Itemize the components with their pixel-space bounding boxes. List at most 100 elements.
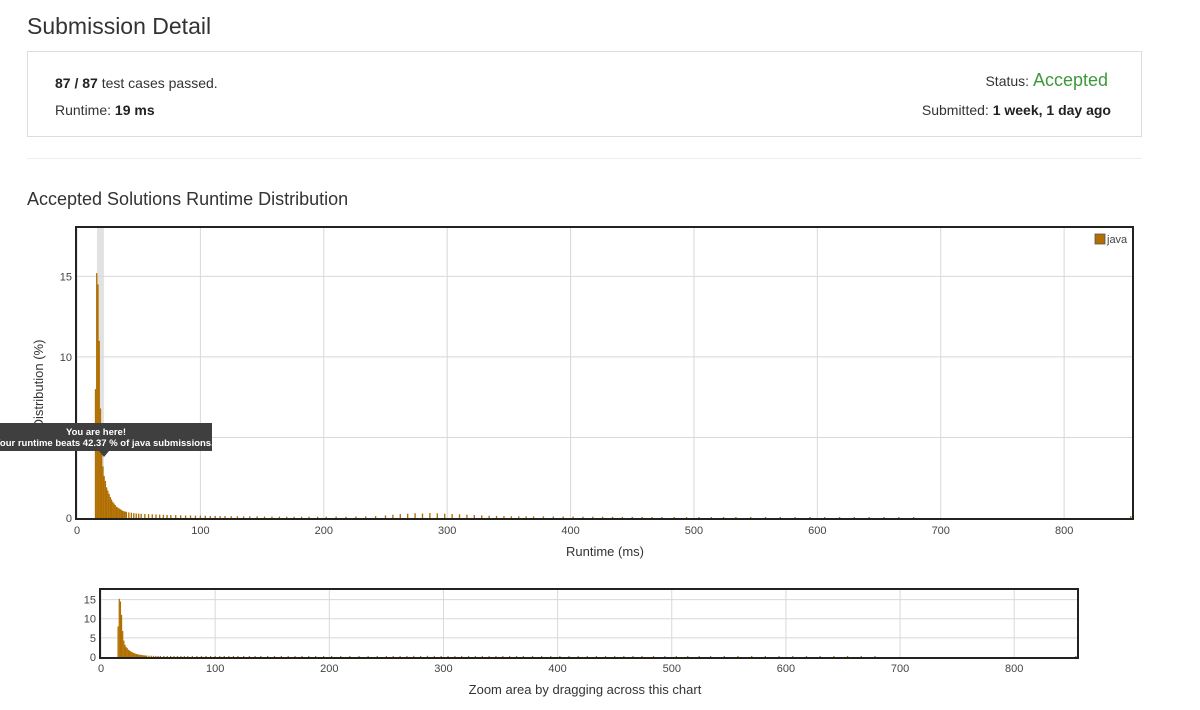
bar[interactable]	[1130, 516, 1132, 518]
bar[interactable]	[335, 516, 337, 518]
bar[interactable]	[121, 510, 124, 518]
bar[interactable]	[698, 517, 700, 518]
bar[interactable]	[158, 514, 161, 518]
bar[interactable]	[219, 516, 221, 518]
bar[interactable]	[242, 516, 245, 518]
bar[interactable]	[794, 517, 796, 518]
bar[interactable]	[685, 517, 688, 518]
bar[interactable]	[374, 516, 377, 518]
bar[interactable]	[124, 511, 126, 518]
bar[interactable]	[572, 516, 574, 518]
bar[interactable]	[109, 497, 111, 518]
bar[interactable]	[135, 513, 137, 518]
bar[interactable]	[194, 515, 197, 518]
bar[interactable]	[510, 516, 513, 518]
bar[interactable]	[868, 517, 870, 518]
bar[interactable]	[308, 516, 310, 518]
bar[interactable]	[673, 517, 675, 518]
bar[interactable]	[458, 514, 461, 518]
bar[interactable]	[256, 516, 258, 518]
bar[interactable]	[102, 466, 104, 518]
bar[interactable]	[444, 513, 446, 518]
bar[interactable]	[735, 517, 737, 518]
bar[interactable]	[236, 516, 239, 518]
bar[interactable]	[764, 517, 767, 518]
bar[interactable]	[488, 515, 490, 518]
bar[interactable]	[138, 513, 140, 518]
bar[interactable]	[503, 516, 505, 518]
bar[interactable]	[128, 512, 130, 518]
bar[interactable]	[641, 516, 643, 518]
bar[interactable]	[104, 480, 107, 518]
bar[interactable]	[293, 516, 295, 518]
bar[interactable]	[286, 516, 288, 518]
bar[interactable]	[481, 515, 483, 518]
bar[interactable]	[562, 516, 564, 518]
bar[interactable]	[582, 516, 584, 518]
bar[interactable]	[214, 515, 216, 518]
bar[interactable]	[105, 487, 108, 518]
bar[interactable]	[103, 476, 105, 518]
bar[interactable]	[853, 517, 856, 518]
bar[interactable]	[96, 273, 98, 518]
bar[interactable]	[592, 516, 594, 518]
bar[interactable]	[532, 516, 535, 518]
bar[interactable]	[97, 284, 99, 518]
bar[interactable]	[278, 516, 281, 518]
bar[interactable]	[107, 490, 109, 518]
bar[interactable]	[249, 516, 251, 518]
bar[interactable]	[838, 517, 841, 518]
bar[interactable]	[155, 514, 157, 518]
bar[interactable]	[365, 516, 367, 518]
bar[interactable]	[140, 513, 142, 518]
bar[interactable]	[209, 515, 211, 518]
bar[interactable]	[271, 516, 273, 518]
bar[interactable]	[117, 507, 119, 518]
bar[interactable]	[94, 389, 97, 518]
bar[interactable]	[300, 516, 303, 518]
legend[interactable]: java	[1094, 233, 1128, 246]
bar[interactable]	[125, 511, 128, 518]
bar[interactable]	[204, 515, 207, 518]
bar[interactable]	[779, 517, 782, 518]
bar[interactable]	[263, 516, 266, 518]
bar[interactable]	[224, 516, 226, 518]
bar[interactable]	[392, 514, 394, 518]
bar[interactable]	[112, 501, 114, 518]
bar[interactable]	[118, 508, 120, 518]
bar[interactable]	[722, 517, 725, 518]
bar[interactable]	[151, 514, 153, 518]
bar[interactable]	[451, 513, 453, 518]
bar[interactable]	[355, 516, 357, 518]
bar[interactable]	[123, 511, 125, 518]
bar[interactable]	[466, 514, 468, 518]
bar[interactable]	[114, 505, 116, 518]
bar[interactable]	[809, 517, 811, 518]
bar[interactable]	[144, 513, 146, 518]
bar[interactable]	[898, 517, 900, 518]
bar[interactable]	[552, 516, 554, 518]
bar[interactable]	[525, 516, 527, 518]
bar[interactable]	[170, 515, 172, 518]
bar[interactable]	[345, 516, 347, 518]
bar[interactable]	[611, 516, 614, 518]
bar[interactable]	[384, 515, 387, 518]
bar[interactable]	[414, 513, 416, 518]
bar[interactable]	[518, 516, 520, 518]
bar[interactable]	[162, 514, 165, 518]
bar[interactable]	[542, 516, 545, 518]
bar[interactable]	[130, 512, 132, 518]
bar[interactable]	[230, 516, 232, 518]
bar[interactable]	[184, 515, 187, 518]
bar[interactable]	[601, 516, 604, 518]
bar[interactable]	[399, 514, 401, 518]
bar[interactable]	[133, 513, 135, 518]
bar[interactable]	[750, 517, 752, 518]
bar[interactable]	[115, 506, 118, 518]
bar[interactable]	[710, 517, 712, 518]
bar[interactable]	[179, 515, 182, 518]
bar[interactable]	[631, 516, 633, 518]
bar[interactable]	[166, 514, 168, 518]
bar[interactable]	[108, 493, 110, 518]
bar[interactable]	[110, 499, 113, 518]
